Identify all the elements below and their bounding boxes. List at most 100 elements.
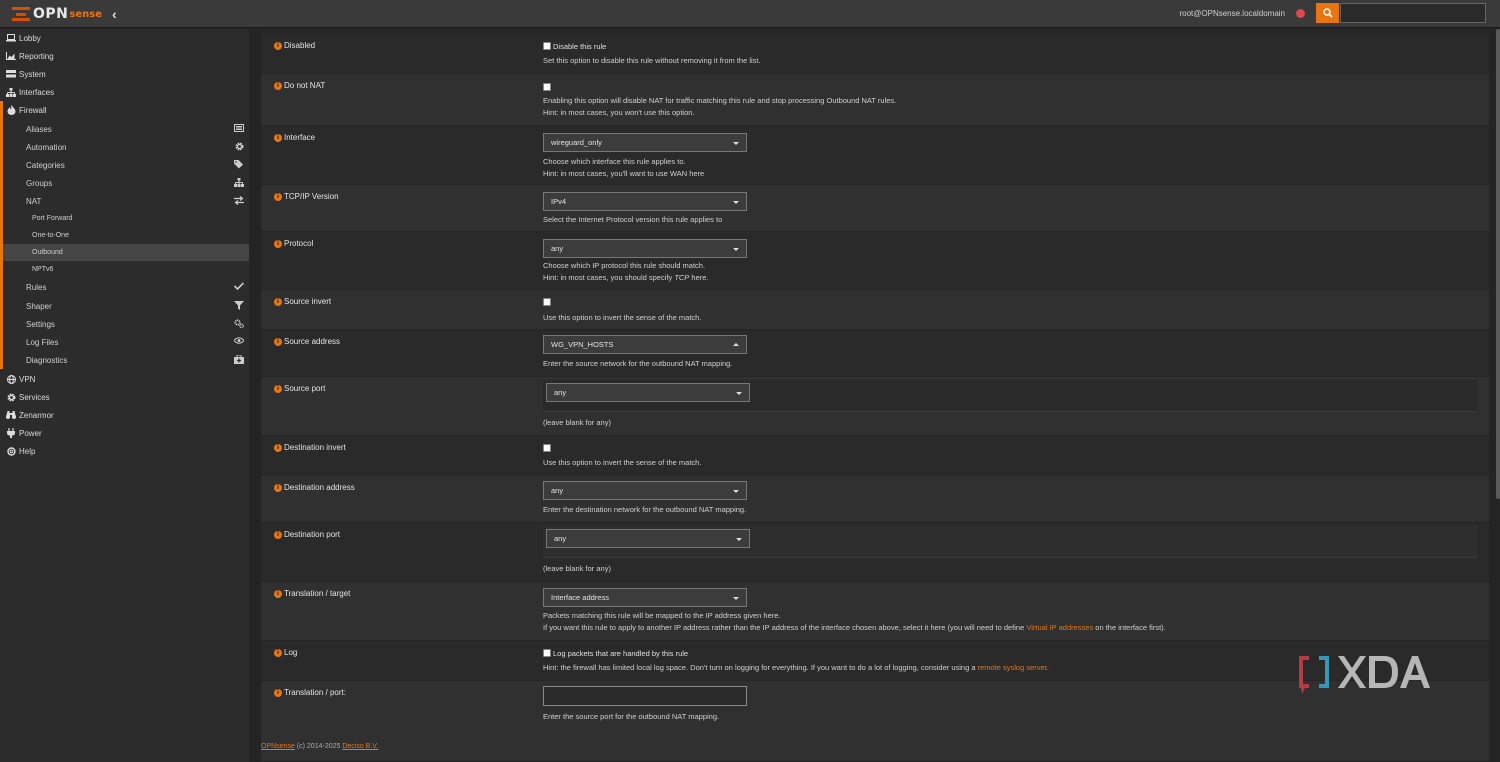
info-icon[interactable]: i xyxy=(274,41,282,50)
info-icon[interactable]: i xyxy=(274,192,282,201)
sidebar-item-port-forward[interactable]: Port Forward xyxy=(3,210,249,227)
help-text: Packets matching this rule will be mappe… xyxy=(543,611,1166,632)
sidebar-item-firewall[interactable]: Firewall xyxy=(0,101,249,119)
translation-target-select[interactable]: Interface address xyxy=(543,588,747,607)
remote-syslog-link[interactable]: remote syslog server xyxy=(978,663,1047,672)
sidebar-item-nptv6[interactable]: NPTv6 xyxy=(3,261,249,278)
info-icon[interactable]: i xyxy=(274,688,282,697)
info-icon[interactable]: i xyxy=(274,81,282,90)
help-text: Enabling this option will disable NAT fo… xyxy=(543,96,897,117)
virtual-ip-addresses-link[interactable]: Virtual IP addresses xyxy=(1026,623,1093,632)
sidebar-item-one-to-one[interactable]: One-to-One xyxy=(3,227,249,244)
source-port-container: any xyxy=(543,380,1477,412)
server-icon xyxy=(4,70,18,78)
info-icon[interactable]: i xyxy=(274,589,282,598)
tcpip-version-select[interactable]: IPv4 xyxy=(543,192,747,211)
sidebar-item-automation[interactable]: Automation xyxy=(3,138,249,156)
sidebar-item-groups[interactable]: Groups xyxy=(3,174,249,192)
disable-rule-checkbox[interactable] xyxy=(543,42,551,50)
sidebar-item-label: Rules xyxy=(26,282,47,292)
row-destination-address: i Destination address any Enter the desti… xyxy=(261,475,1489,522)
field-label: i Source invert xyxy=(274,297,331,306)
logo-text-opn: OPN xyxy=(33,6,69,22)
sidebar-item-shaper[interactable]: Shaper xyxy=(3,297,249,315)
sidebar-item-rules[interactable]: Rules xyxy=(3,278,249,296)
exchange-icon xyxy=(234,196,244,207)
do-not-nat-checkbox[interactable] xyxy=(543,83,551,91)
status-dot-icon[interactable] xyxy=(1296,9,1305,18)
vertical-scrollbar[interactable] xyxy=(1496,29,1500,499)
sidebar-item-label: Shaper xyxy=(26,301,52,311)
sidebar-item-label: Log Files xyxy=(26,337,59,347)
sidebar-item-system[interactable]: System xyxy=(0,65,249,83)
translation-port-input[interactable] xyxy=(543,686,747,706)
protocol-select[interactable]: any xyxy=(543,239,747,258)
sidebar-item-diagnostics[interactable]: Diagnostics xyxy=(3,351,249,369)
info-icon[interactable]: i xyxy=(274,337,282,346)
sidebar-item-reporting[interactable]: Reporting xyxy=(0,47,249,65)
row-interface: i Interface wireguard_only Choose which i… xyxy=(261,125,1489,184)
sidebar-item-settings[interactable]: Settings xyxy=(3,315,249,333)
opnsense-logo[interactable]: OPN sense xyxy=(12,4,102,24)
sidebar: Lobby Reporting System Interfaces Firewa… xyxy=(0,29,249,762)
field-label: i Destination address xyxy=(274,483,355,492)
fire-icon xyxy=(4,105,18,115)
footer-deciso-link[interactable]: Deciso B.V. xyxy=(342,743,378,750)
life-ring-icon xyxy=(4,446,18,456)
row-translation-target: i Translation / target Interface address … xyxy=(261,581,1489,640)
sidebar-item-power[interactable]: Power xyxy=(0,424,249,442)
destination-address-select[interactable]: any xyxy=(543,481,747,500)
row-destination-port: i Destination port any (leave blank for a… xyxy=(261,522,1489,581)
sidebar-item-label: Outbound xyxy=(32,249,63,256)
sidebar-item-help[interactable]: Help xyxy=(0,442,249,460)
top-bar: OPN sense ‹ root@OPNsense.localdomain xyxy=(0,0,1500,28)
sidebar-item-lobby[interactable]: Lobby xyxy=(0,29,249,47)
destination-invert-checkbox[interactable] xyxy=(543,444,551,452)
info-icon[interactable]: i xyxy=(274,297,282,306)
row-source-invert: i Source invert Use this option to invert… xyxy=(261,289,1489,329)
caret-down-icon xyxy=(733,248,739,251)
sidebar-collapse-chevron-icon[interactable]: ‹ xyxy=(112,6,117,22)
eye-icon xyxy=(233,337,245,346)
user-label[interactable]: root@OPNsense.localdomain xyxy=(1179,9,1285,18)
help-text: Choose which IP protocol this rule shoul… xyxy=(543,261,709,282)
field-label: i Log xyxy=(274,648,297,657)
info-icon[interactable]: i xyxy=(274,133,282,142)
opnsense-mark-icon xyxy=(12,6,30,22)
help-text: Use this option to invert the sense of t… xyxy=(543,313,702,322)
sidebar-item-nat[interactable]: NAT xyxy=(3,192,249,210)
source-port-select[interactable]: any xyxy=(546,383,750,402)
sidebar-item-services[interactable]: Services xyxy=(0,388,249,406)
sidebar-item-zenarmor[interactable]: Zenarmor xyxy=(0,406,249,424)
sidebar-item-interfaces[interactable]: Interfaces xyxy=(0,83,249,101)
field-label: i Protocol xyxy=(274,239,313,248)
info-icon[interactable]: i xyxy=(274,239,282,248)
info-icon[interactable]: i xyxy=(274,443,282,452)
tags-icon xyxy=(234,160,244,171)
caret-down-icon xyxy=(733,142,739,145)
sidebar-item-outbound[interactable]: Outbound xyxy=(3,244,249,261)
info-icon[interactable]: i xyxy=(274,648,282,657)
log-packets-checkbox[interactable] xyxy=(543,649,551,657)
info-icon[interactable]: i xyxy=(274,483,282,492)
sidebar-item-label: Interfaces xyxy=(19,87,55,97)
sidebar-item-log-files[interactable]: Log Files xyxy=(3,333,249,351)
sidebar-item-label: NAT xyxy=(26,196,42,206)
search-button[interactable] xyxy=(1316,3,1339,23)
footer-opnsense-link[interactable]: OPNsense xyxy=(261,743,295,750)
interface-select[interactable]: wireguard_only xyxy=(543,133,747,152)
sidebar-item-aliases[interactable]: Aliases xyxy=(3,120,249,138)
help-text: Choose which interface this rule applies… xyxy=(543,157,705,178)
cogs-icon xyxy=(234,319,244,330)
info-icon[interactable]: i xyxy=(274,384,282,393)
row-tcpip-version: i TCP/IP Version IPv4 Select the Internet… xyxy=(261,184,1489,231)
area-chart-icon xyxy=(4,52,18,60)
destination-port-select[interactable]: any xyxy=(546,529,750,548)
sidebar-item-vpn[interactable]: VPN xyxy=(0,370,249,388)
search-input[interactable] xyxy=(1340,3,1486,23)
source-address-select[interactable]: WG_VPN_HOSTS xyxy=(543,335,747,354)
sidebar-item-label: System xyxy=(19,69,46,79)
info-icon[interactable]: i xyxy=(274,530,282,539)
sidebar-item-categories[interactable]: Categories xyxy=(3,156,249,174)
source-invert-checkbox[interactable] xyxy=(543,298,551,306)
